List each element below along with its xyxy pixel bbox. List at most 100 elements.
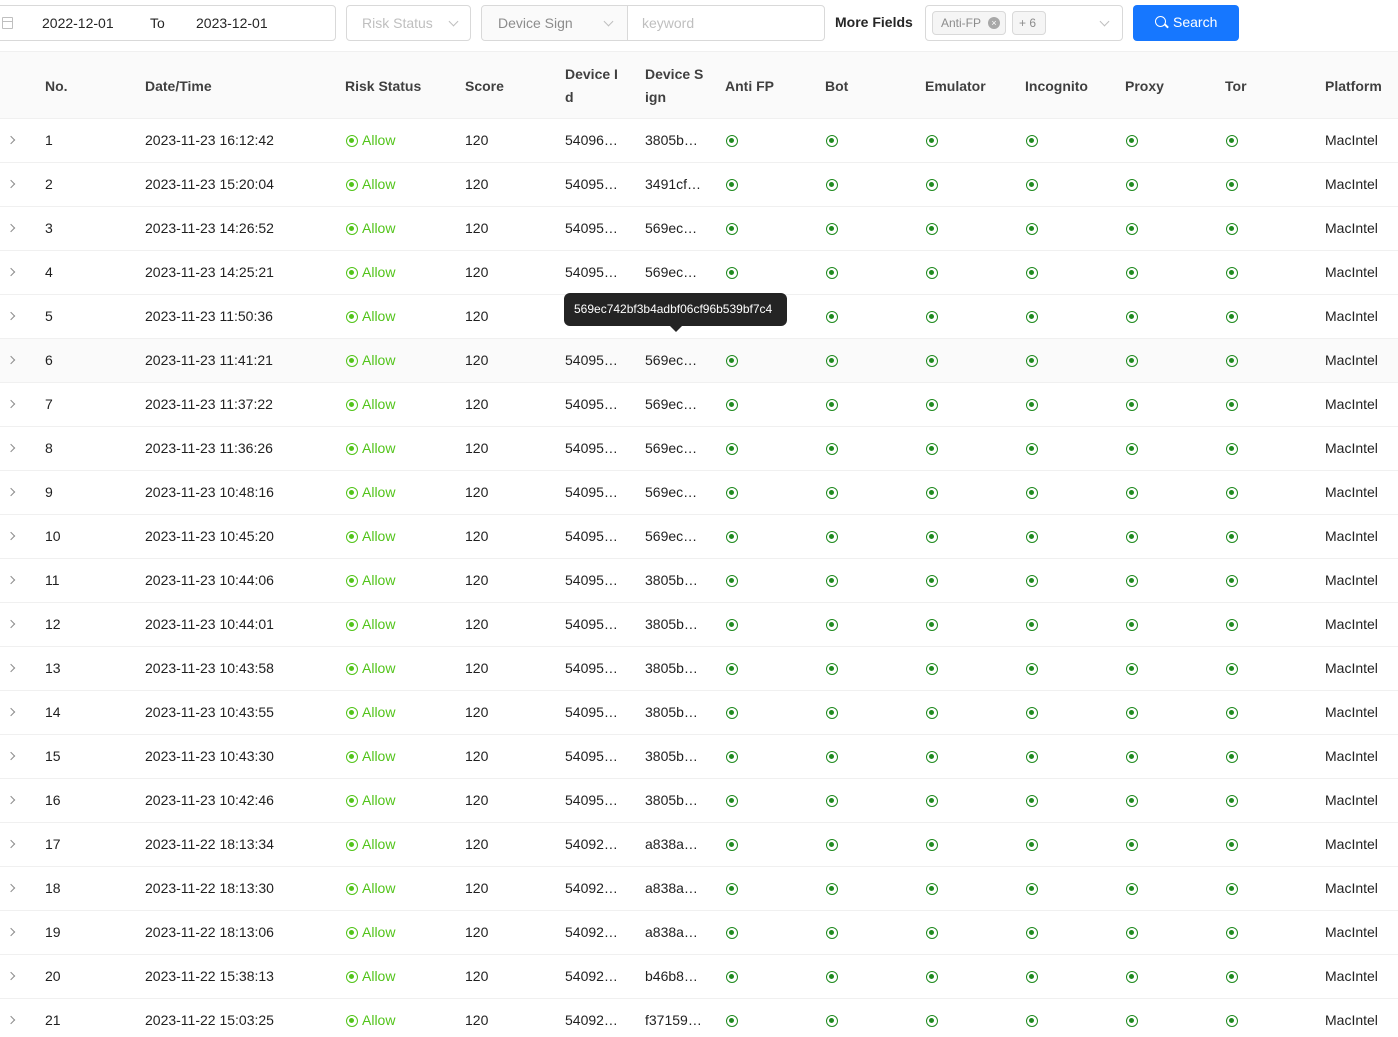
cell-device-sign[interactable]: 3805b…: [645, 572, 698, 588]
cell-device-sign[interactable]: 3805b…: [645, 616, 698, 632]
cell-device-id[interactable]: 54095…: [565, 528, 618, 544]
cell-device-sign[interactable]: 569ec…: [645, 264, 697, 280]
cell-device-id[interactable]: 54095…: [565, 572, 618, 588]
chevron-right-icon[interactable]: [6, 663, 16, 673]
cell-device-id[interactable]: 54092…: [565, 880, 618, 896]
cell-device-id[interactable]: 54095…: [565, 264, 618, 280]
table-row[interactable]: 3 2023-11-23 14:26:52 Allow 120 54095… 569ec……: [0, 207, 1398, 251]
cell-device-sign[interactable]: a838a…: [645, 880, 698, 896]
cell-device-sign[interactable]: 3805b…: [645, 704, 698, 720]
cell-device-sign[interactable]: f37159…: [645, 1012, 702, 1028]
chevron-right-icon[interactable]: [6, 971, 16, 981]
incognito-indicator: [1026, 311, 1038, 323]
table-row[interactable]: 18 2023-11-22 18:13:30 Allow 120 54092… a838a…: [0, 867, 1398, 911]
cell-device-id[interactable]: 54095…: [565, 792, 618, 808]
cell-device-id[interactable]: 54095…: [565, 748, 618, 764]
date-from-input[interactable]: 2022-12-01: [42, 15, 114, 31]
chevron-right-icon[interactable]: [6, 795, 16, 805]
keyword-input[interactable]: keyword: [642, 15, 694, 31]
cell-device-sign[interactable]: a838a…: [645, 924, 698, 940]
anti-fp-indicator: [726, 531, 738, 543]
chevron-right-icon[interactable]: [6, 927, 16, 937]
table-row[interactable]: 10 2023-11-23 10:45:20 Allow 120 54095… 569ec…: [0, 515, 1398, 559]
device-field-select[interactable]: Device Sign: [482, 6, 628, 40]
date-range-picker[interactable]: 2022-12-01 To 2023-12-01: [0, 5, 336, 41]
chevron-right-icon[interactable]: [6, 619, 16, 629]
cell-device-id[interactable]: 54092…: [565, 924, 618, 940]
chevron-right-icon[interactable]: [6, 839, 16, 849]
cell-device-sign[interactable]: 3805b…: [645, 792, 698, 808]
cell-device-sign[interactable]: 569ec…: [645, 396, 697, 412]
cell-device-id[interactable]: 54095…: [565, 352, 618, 368]
status-text: Allow: [362, 880, 396, 896]
cell-device-sign[interactable]: b46b8…: [645, 968, 698, 984]
table-row[interactable]: 9 2023-11-23 10:48:16 Allow 120 54095… 569ec……: [0, 471, 1398, 515]
table-row[interactable]: 4 2023-11-23 14:25:21 Allow 120 54095… 569ec……: [0, 251, 1398, 295]
cell-device-id[interactable]: 54092…: [565, 1012, 618, 1028]
chevron-right-icon[interactable]: [6, 751, 16, 761]
risk-status-select[interactable]: Risk Status: [346, 5, 471, 41]
calendar-icon: [2, 17, 13, 29]
cell-no: 14: [45, 704, 61, 720]
table-row[interactable]: 20 2023-11-22 15:38:13 Allow 120 54092… b46b8…: [0, 955, 1398, 999]
chevron-right-icon[interactable]: [6, 883, 16, 893]
incognito-indicator: [1026, 707, 1038, 719]
cell-device-sign[interactable]: 3491cf…: [645, 176, 701, 192]
cell-device-sign[interactable]: 569ec…: [645, 352, 697, 368]
chevron-right-icon[interactable]: [6, 1015, 16, 1025]
table-row[interactable]: 7 2023-11-23 11:37:22 Allow 120 54095… 569ec……: [0, 383, 1398, 427]
table-row[interactable]: 13 2023-11-23 10:43:58 Allow 120 54095… 3805b…: [0, 647, 1398, 691]
chevron-right-icon[interactable]: [6, 487, 16, 497]
table-row[interactable]: 1 2023-11-23 16:12:42 Allow 120 54096… 3805b……: [0, 119, 1398, 163]
cell-device-sign[interactable]: 3805b…: [645, 132, 698, 148]
chevron-right-icon[interactable]: [6, 355, 16, 365]
table-row[interactable]: 15 2023-11-23 10:43:30 Allow 120 54095… 3805b…: [0, 735, 1398, 779]
cell-device-sign[interactable]: a838a…: [645, 836, 698, 852]
cell-device-sign[interactable]: 569ec…: [645, 440, 697, 456]
table-row[interactable]: 11 2023-11-23 10:44:06 Allow 120 54095… 3805b…: [0, 559, 1398, 603]
chevron-right-icon[interactable]: [6, 267, 16, 277]
chevron-right-icon[interactable]: [6, 575, 16, 585]
chevron-right-icon[interactable]: [6, 135, 16, 145]
table-row[interactable]: 6 2023-11-23 11:41:21 Allow 120 54095… 569ec……: [0, 339, 1398, 383]
cell-device-sign[interactable]: 569ec…: [645, 484, 697, 500]
cell-device-id[interactable]: 54095…: [565, 484, 618, 500]
table-row[interactable]: 19 2023-11-22 18:13:06 Allow 120 54092… a838a…: [0, 911, 1398, 955]
radio-dot-icon: [346, 751, 358, 763]
table-row[interactable]: 14 2023-11-23 10:43:55 Allow 120 54095… 3805b…: [0, 691, 1398, 735]
table-row[interactable]: 16 2023-11-23 10:42:46 Allow 120 54095… 3805b…: [0, 779, 1398, 823]
table-row[interactable]: 2 2023-11-23 15:20:04 Allow 120 54095… 3491cf…: [0, 163, 1398, 207]
cell-device-id[interactable]: 54095…: [565, 704, 618, 720]
table-row[interactable]: 8 2023-11-23 11:36:26 Allow 120 54095… 569ec……: [0, 427, 1398, 471]
table-row[interactable]: 21 2023-11-22 15:03:25 Allow 120 54092… f3715…: [0, 999, 1398, 1037]
cell-device-sign[interactable]: 569ec…: [645, 528, 697, 544]
chevron-right-icon[interactable]: [6, 399, 16, 409]
cell-device-id[interactable]: 54092…: [565, 968, 618, 984]
chevron-right-icon[interactable]: [6, 531, 16, 541]
cell-device-id[interactable]: 54095…: [565, 660, 618, 676]
cell-device-sign[interactable]: 3805b…: [645, 660, 698, 676]
cell-device-id[interactable]: 54096…: [565, 132, 618, 148]
cell-device-id[interactable]: 54095…: [565, 440, 618, 456]
cell-device-id[interactable]: 54092…: [565, 836, 618, 852]
search-button[interactable]: Search: [1133, 5, 1239, 41]
radio-dot-icon: [346, 927, 358, 939]
incognito-indicator: [1026, 663, 1038, 675]
device-field-value: Device Sign: [498, 15, 573, 31]
chevron-right-icon[interactable]: [6, 179, 16, 189]
date-to-input[interactable]: 2023-12-01: [196, 15, 268, 31]
more-fields-select[interactable]: Anti-FP × + 6: [925, 5, 1123, 41]
table-row[interactable]: 17 2023-11-22 18:13:34 Allow 120 54092… a838a…: [0, 823, 1398, 867]
table-row[interactable]: 12 2023-11-23 10:44:01 Allow 120 54095… 3805b…: [0, 603, 1398, 647]
chevron-right-icon[interactable]: [6, 707, 16, 717]
close-circle-icon[interactable]: ×: [988, 17, 1000, 29]
chevron-right-icon[interactable]: [6, 311, 16, 321]
cell-device-sign[interactable]: 3805b…: [645, 748, 698, 764]
cell-device-id[interactable]: 54095…: [565, 616, 618, 632]
cell-device-id[interactable]: 54095…: [565, 176, 618, 192]
cell-device-sign[interactable]: 569ec…: [645, 220, 697, 236]
cell-device-id[interactable]: 54095…: [565, 220, 618, 236]
chevron-right-icon[interactable]: [6, 443, 16, 453]
chevron-right-icon[interactable]: [6, 223, 16, 233]
cell-device-id[interactable]: 54095…: [565, 396, 618, 412]
